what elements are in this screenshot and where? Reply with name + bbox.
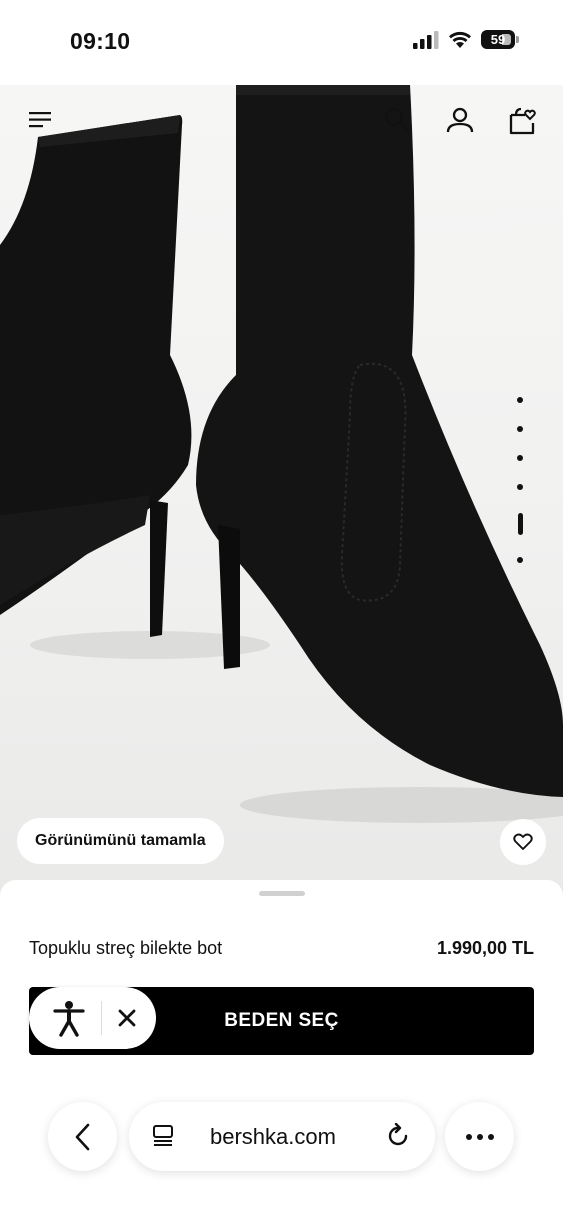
gallery-dot-active[interactable] xyxy=(517,513,523,535)
url-text[interactable]: bershka.com xyxy=(210,1124,336,1150)
back-button[interactable] xyxy=(48,1102,117,1171)
search-icon[interactable] xyxy=(382,105,412,135)
gallery-dot[interactable] xyxy=(517,484,523,490)
battery-level: 59 xyxy=(490,32,506,47)
gallery-indicator xyxy=(514,397,526,586)
wifi-icon xyxy=(449,31,471,48)
header xyxy=(0,85,563,155)
status-bar: 09:10 59 xyxy=(0,0,563,85)
wishlist-button[interactable] xyxy=(500,819,546,865)
battery-icon: 59 xyxy=(481,30,519,49)
complete-look-button[interactable]: Görünümünü tamamla xyxy=(17,818,224,864)
gallery-dot[interactable] xyxy=(517,397,523,403)
more-icon xyxy=(465,1133,494,1140)
accessibility-widget[interactable] xyxy=(29,987,156,1049)
product-photo xyxy=(0,85,563,823)
address-bar[interactable]: bershka.com xyxy=(129,1102,435,1171)
close-icon[interactable] xyxy=(115,1006,139,1030)
select-size-label: BEDEN SEÇ xyxy=(224,1010,339,1031)
reload-icon[interactable] xyxy=(385,1123,411,1149)
signal-icon xyxy=(413,30,439,49)
heart-icon xyxy=(513,833,533,850)
gallery-dot[interactable] xyxy=(517,426,523,432)
shopping-bag-heart-icon[interactable] xyxy=(507,105,537,135)
product-name: Topuklu streç bilekte bot xyxy=(29,938,223,958)
product-image[interactable]: Görünümünü tamamla xyxy=(0,85,563,905)
sheet-handle[interactable] xyxy=(259,891,305,896)
browser-toolbar: bershka.com xyxy=(0,1095,563,1185)
accessibility-icon[interactable] xyxy=(49,998,89,1038)
more-button[interactable] xyxy=(445,1102,514,1171)
status-icons: 59 xyxy=(413,30,519,49)
product-sheet: Topuklu streç bilekte bot 1.990,00 TL BE… xyxy=(0,880,563,1219)
user-icon[interactable] xyxy=(445,105,475,135)
menu-icon[interactable] xyxy=(27,105,57,135)
product-price: 1.990,00 TL xyxy=(436,938,534,958)
gallery-dot[interactable] xyxy=(517,455,523,461)
reader-icon[interactable] xyxy=(151,1124,175,1148)
accessibility-divider xyxy=(101,1001,102,1035)
chevron-left-icon xyxy=(75,1123,89,1150)
gallery-dot[interactable] xyxy=(517,557,523,563)
status-time: 09:10 xyxy=(70,28,131,54)
